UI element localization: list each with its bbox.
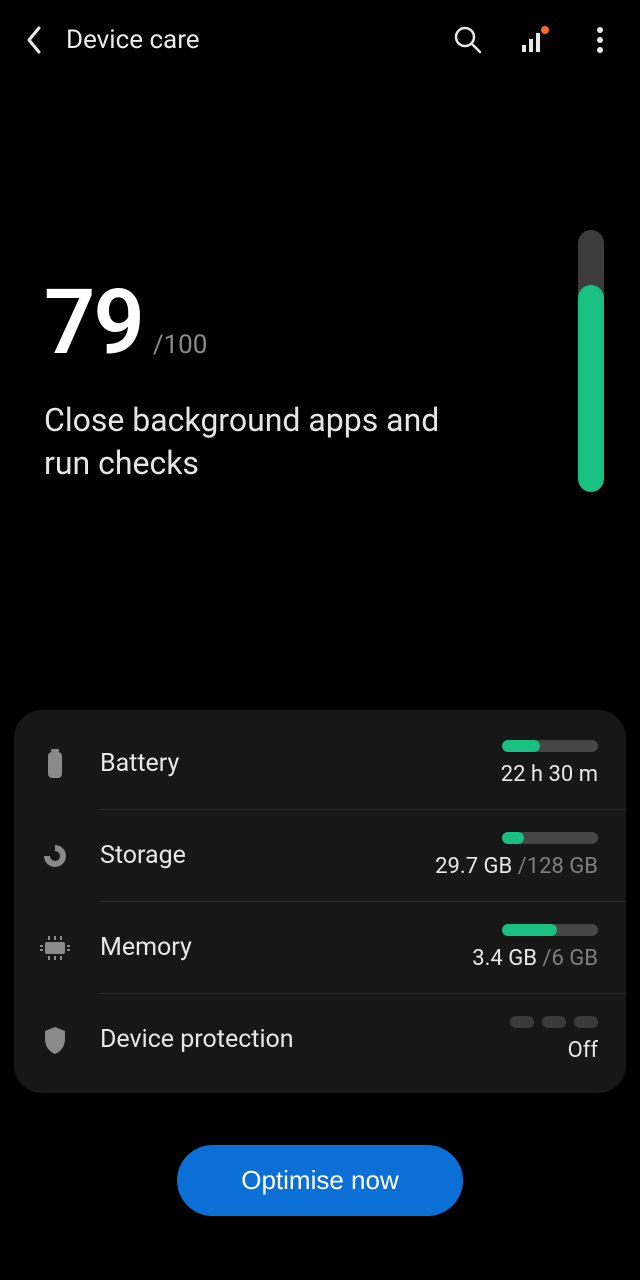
row-battery[interactable]: Battery 22 h 30 m	[14, 718, 626, 809]
score-bar-fill	[578, 285, 604, 492]
memory-icon	[38, 931, 72, 965]
row-memory-label: Memory	[100, 933, 472, 962]
score-line: 79 /100	[44, 270, 596, 375]
memory-bar	[502, 924, 598, 936]
more-vertical-icon	[596, 26, 604, 54]
security-dots	[510, 1016, 598, 1028]
top-bar: Device care	[0, 0, 640, 80]
storage-value: 29.7 GB /128 GB	[435, 854, 598, 879]
signal-status	[518, 24, 550, 56]
back-button[interactable]	[18, 24, 50, 56]
page-title: Device care	[66, 25, 452, 55]
row-security-label: Device protection	[100, 1025, 510, 1054]
cta-wrap: Optimise now	[0, 1145, 640, 1216]
search-button[interactable]	[452, 24, 484, 56]
more-button[interactable]	[584, 24, 616, 56]
score-max: /100	[153, 330, 208, 360]
score-advice: Close background apps and run checks	[44, 399, 464, 485]
search-icon	[453, 25, 483, 55]
score-bar	[578, 230, 604, 492]
security-status: Off	[568, 1038, 598, 1063]
detail-card: Battery 22 h 30 m Storage 29.7 GB /128 G…	[14, 710, 626, 1093]
row-security[interactable]: Device protection Off	[14, 994, 626, 1085]
battery-icon	[38, 747, 72, 781]
storage-icon	[38, 839, 72, 873]
row-storage-label: Storage	[100, 841, 435, 870]
score-value: 79	[44, 270, 143, 375]
optimise-button[interactable]: Optimise now	[177, 1145, 463, 1216]
row-memory[interactable]: Memory 3.4 GB /6 GB	[14, 902, 626, 993]
chevron-left-icon	[24, 25, 44, 55]
row-battery-label: Battery	[100, 749, 501, 778]
battery-value: 22 h 30 m	[501, 762, 598, 787]
score-section: 79 /100 Close background apps and run ch…	[0, 270, 640, 590]
shield-icon	[38, 1023, 72, 1057]
battery-bar	[502, 740, 598, 752]
memory-value: 3.4 GB /6 GB	[472, 946, 598, 971]
top-actions	[452, 24, 616, 56]
signal-icon	[519, 25, 549, 55]
storage-bar	[502, 832, 598, 844]
row-storage[interactable]: Storage 29.7 GB /128 GB	[14, 810, 626, 901]
